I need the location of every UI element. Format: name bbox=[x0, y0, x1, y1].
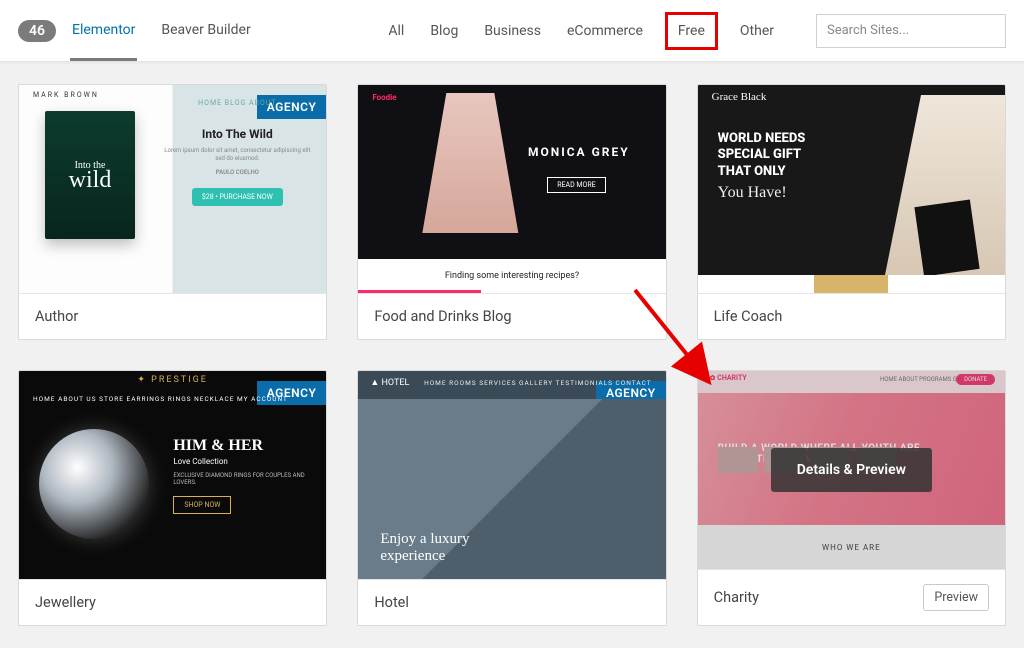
thumb-cta: SHOP NOW bbox=[173, 496, 231, 514]
filter-blog[interactable]: Blog bbox=[426, 17, 462, 45]
card-title: Hotel bbox=[358, 579, 665, 625]
thumb-logo: Foodie bbox=[372, 93, 396, 102]
builder-tab-beaver[interactable]: Beaver Builder bbox=[159, 0, 252, 61]
thumb-cursive: You Have! bbox=[718, 184, 868, 202]
card-footer: Charity Preview bbox=[698, 569, 1005, 625]
thumb-line1: WORLD NEEDS bbox=[718, 131, 868, 147]
thumb-para: Lorem ipsum dolor sit amet, consectetur … bbox=[162, 147, 312, 163]
thumb-sub: Love Collection bbox=[173, 457, 308, 466]
filter-ecommerce[interactable]: eCommerce bbox=[563, 17, 647, 45]
card-food-blog[interactable]: AGENCY Foodie MONICA GREY READ MORE Find… bbox=[357, 84, 666, 340]
card-title: Life Coach bbox=[698, 293, 1005, 339]
card-title: Food and Drinks Blog bbox=[358, 293, 665, 339]
template-grid: AGENCY MARK BROWN Into the wild HOME BLO… bbox=[0, 62, 1024, 648]
category-filters: All Blog Business eCommerce Free Other S… bbox=[384, 12, 1006, 50]
card-life-coach[interactable]: AGENCY Grace Black WORLD NEEDS SPECIAL G… bbox=[697, 84, 1006, 340]
card-thumbnail: AGENCY Foodie MONICA GREY READ MORE Find… bbox=[358, 85, 665, 293]
thumb-brand: MARK BROWN bbox=[33, 91, 99, 99]
thumb-hero-button: READ MORE bbox=[547, 177, 605, 193]
card-title: Author bbox=[19, 293, 326, 339]
filter-free[interactable]: Free bbox=[665, 12, 718, 50]
thumb-tagline-text: Finding some interesting recipes? bbox=[445, 271, 579, 281]
thumb-logo: ✦ PRESTIGE bbox=[137, 375, 208, 385]
thumb-line1: Enjoy a luxury bbox=[380, 531, 469, 548]
card-charity[interactable]: ✿ CHARITY HOME ABOUT PROGRAMS GET INVOLV… bbox=[697, 370, 1006, 626]
thumb-tagline: Finding some interesting recipes? bbox=[358, 259, 665, 293]
card-title-text: Author bbox=[35, 308, 78, 325]
thumb-name: MONICA GREY bbox=[528, 145, 630, 159]
folder-shape bbox=[914, 199, 979, 276]
card-title-text: Life Coach bbox=[714, 308, 783, 325]
thumb-logo: ▲ HOTEL bbox=[370, 377, 409, 388]
book-wild: wild bbox=[69, 171, 112, 190]
card-thumbnail: AGENCY ✦ PRESTIGE HOME ABOUT US STORE EA… bbox=[19, 371, 326, 579]
card-thumbnail: AGENCY Grace Black WORLD NEEDS SPECIAL G… bbox=[698, 85, 1005, 293]
card-jewellery[interactable]: AGENCY ✦ PRESTIGE HOME ABOUT US STORE EA… bbox=[18, 370, 327, 626]
thumb-nav: HOME ABOUT US STORE EARRINGS RINGS NECKL… bbox=[33, 395, 288, 403]
builder-tabs: Elementor Beaver Builder bbox=[70, 0, 253, 61]
top-filter-bar: 46 Elementor Beaver Builder All Blog Bus… bbox=[0, 0, 1024, 62]
card-title-text: Hotel bbox=[374, 594, 409, 611]
ring-shape bbox=[39, 429, 149, 539]
hover-overlay: Details & Preview bbox=[698, 371, 1005, 569]
thumb-credit: PAULO COELHO bbox=[162, 169, 312, 177]
site-count-badge: 46 bbox=[18, 20, 56, 42]
card-author[interactable]: AGENCY MARK BROWN Into the wild HOME BLO… bbox=[18, 84, 327, 340]
card-thumbnail: AGENCY MARK BROWN Into the wild HOME BLO… bbox=[19, 85, 326, 293]
thumb-line2: SPECIAL GIFT bbox=[718, 147, 868, 163]
search-input[interactable]: Search Sites... bbox=[816, 14, 1006, 48]
builder-tab-elementor[interactable]: Elementor bbox=[70, 0, 137, 61]
filter-business[interactable]: Business bbox=[480, 17, 545, 45]
details-preview-button[interactable]: Details & Preview bbox=[771, 448, 932, 492]
thumb-nav: HOME ROOMS SERVICES GALLERY TESTIMONIALS… bbox=[424, 379, 652, 387]
filter-other[interactable]: Other bbox=[736, 17, 778, 45]
card-hotel[interactable]: AGENCY ▲ HOTEL HOME ROOMS SERVICES GALLE… bbox=[357, 370, 666, 626]
thumb-title: Into The Wild bbox=[162, 127, 312, 141]
filter-all[interactable]: All bbox=[384, 17, 408, 45]
book-cover: Into the wild bbox=[45, 111, 135, 239]
card-title: Jewellery bbox=[19, 579, 326, 625]
card-thumbnail: AGENCY ▲ HOTEL HOME ROOMS SERVICES GALLE… bbox=[358, 371, 665, 579]
thumb-brand: Grace Black bbox=[712, 91, 767, 103]
card-thumbnail: ✿ CHARITY HOME ABOUT PROGRAMS GET INVOLV… bbox=[698, 371, 1005, 569]
card-title-text: Charity bbox=[714, 589, 759, 606]
card-title-text: Food and Drinks Blog bbox=[374, 308, 511, 325]
thumb-small: EXCLUSIVE DIAMOND RINGS FOR COUPLES AND … bbox=[173, 472, 308, 486]
thumb-cta: $28 • PURCHASE NOW bbox=[192, 188, 283, 206]
person-shape bbox=[410, 93, 530, 233]
thumb-heading: HIM & HER bbox=[173, 437, 308, 455]
preview-button[interactable]: Preview bbox=[923, 584, 989, 611]
card-title-text: Jewellery bbox=[35, 594, 96, 611]
thumb-line3: THAT ONLY bbox=[718, 164, 868, 180]
thumb-line2: experience bbox=[380, 548, 469, 565]
thumb-nav: HOME BLOG ABOUT bbox=[162, 99, 312, 107]
